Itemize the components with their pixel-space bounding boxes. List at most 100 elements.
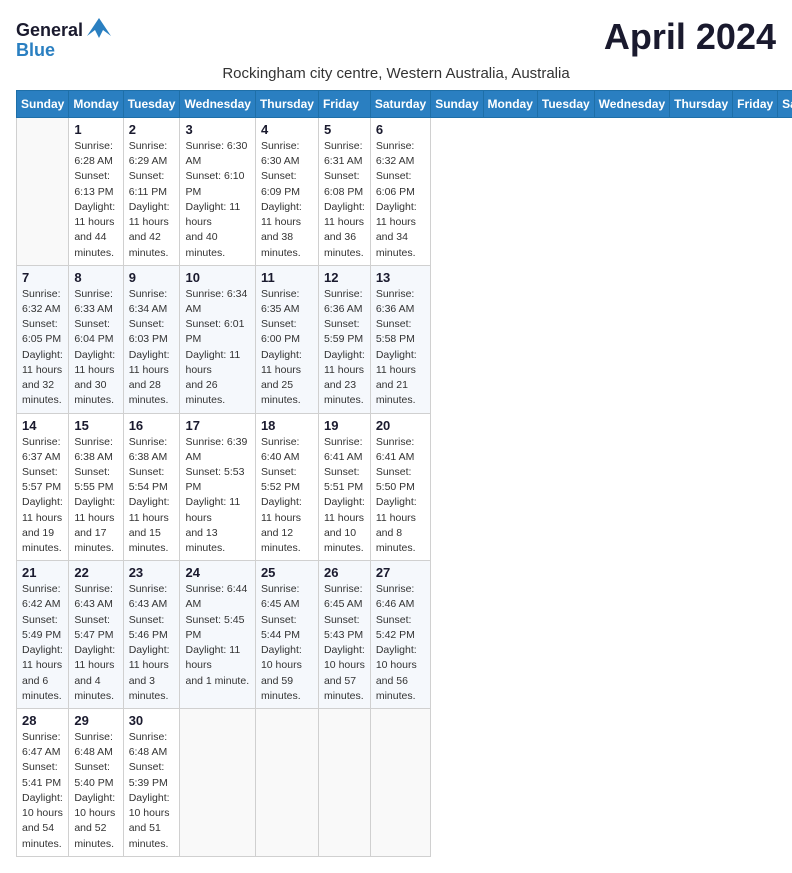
calendar-cell: 25 Sunrise: 6:45 AM Sunset: 5:44 PM Dayli… bbox=[255, 561, 318, 709]
calendar-cell: 26Sunrise: 6:45 AM Sunset: 5:43 PM Dayli… bbox=[318, 561, 370, 709]
day-info: Sunrise: 6:48 AM Sunset: 5:40 PM Dayligh… bbox=[74, 730, 117, 852]
calendar-header-row: SundayMondayTuesdayWednesdayThursdayFrid… bbox=[17, 91, 792, 118]
calendar-week-row: 14 Sunrise: 6:37 AM Sunset: 5:57 PM Dayli… bbox=[17, 413, 792, 561]
calendar-cell bbox=[180, 709, 255, 857]
calendar-cell bbox=[318, 709, 370, 857]
day-number: 12 bbox=[324, 270, 365, 285]
calendar-cell: 22 Sunrise: 6:43 AM Sunset: 5:47 PM Dayli… bbox=[69, 561, 123, 709]
calendar-cell bbox=[370, 709, 430, 857]
day-info: Sunrise: 6:41 AM Sunset: 5:51 PM Dayligh… bbox=[324, 435, 365, 557]
calendar-week-row: 21Sunrise: 6:42 AM Sunset: 5:49 PM Dayli… bbox=[17, 561, 792, 709]
day-number: 28 bbox=[22, 713, 63, 728]
calendar-table: SundayMondayTuesdayWednesdayThursdayFrid… bbox=[16, 90, 792, 857]
calendar-cell: 10Sunrise: 6:34 AM Sunset: 6:01 PM Dayli… bbox=[180, 265, 255, 413]
day-info: Sunrise: 6:41 AM Sunset: 5:50 PM Dayligh… bbox=[376, 435, 425, 557]
day-info: Sunrise: 6:28 AM Sunset: 6:13 PM Dayligh… bbox=[74, 139, 117, 261]
calendar-cell: 20 Sunrise: 6:41 AM Sunset: 5:50 PM Dayli… bbox=[370, 413, 430, 561]
calendar-cell: 3 Sunrise: 6:30 AM Sunset: 6:10 PM Daylig… bbox=[180, 118, 255, 266]
day-header-monday: Monday bbox=[69, 91, 123, 118]
calendar-cell: 6 Sunrise: 6:32 AM Sunset: 6:06 PM Daylig… bbox=[370, 118, 430, 266]
day-number: 24 bbox=[185, 565, 249, 580]
calendar-cell: 24 Sunrise: 6:44 AM Sunset: 5:45 PM Dayli… bbox=[180, 561, 255, 709]
logo: General Blue bbox=[16, 16, 113, 61]
day-number: 23 bbox=[129, 565, 175, 580]
day-info: Sunrise: 6:43 AM Sunset: 5:47 PM Dayligh… bbox=[74, 582, 117, 704]
day-info: Sunrise: 6:29 AM Sunset: 6:11 PM Dayligh… bbox=[129, 139, 175, 261]
day-number: 22 bbox=[74, 565, 117, 580]
day-number: 29 bbox=[74, 713, 117, 728]
calendar-cell: 27Sunrise: 6:46 AM Sunset: 5:42 PM Dayli… bbox=[370, 561, 430, 709]
day-info: Sunrise: 6:31 AM Sunset: 6:08 PM Dayligh… bbox=[324, 139, 365, 261]
day-number: 6 bbox=[376, 122, 425, 137]
day-number: 11 bbox=[261, 270, 313, 285]
day-number: 4 bbox=[261, 122, 313, 137]
day-number: 9 bbox=[129, 270, 175, 285]
day-info: Sunrise: 6:33 AM Sunset: 6:04 PM Dayligh… bbox=[74, 287, 117, 409]
calendar-cell: 7 Sunrise: 6:32 AM Sunset: 6:05 PM Daylig… bbox=[17, 265, 69, 413]
day-number: 13 bbox=[376, 270, 425, 285]
day-header-thursday: Thursday bbox=[670, 91, 733, 118]
calendar-cell: 4Sunrise: 6:30 AM Sunset: 6:09 PM Daylig… bbox=[255, 118, 318, 266]
day-header-sunday: Sunday bbox=[431, 91, 483, 118]
calendar-cell: 21Sunrise: 6:42 AM Sunset: 5:49 PM Dayli… bbox=[17, 561, 69, 709]
calendar-cell: 19Sunrise: 6:41 AM Sunset: 5:51 PM Dayli… bbox=[318, 413, 370, 561]
calendar-cell: 15Sunrise: 6:38 AM Sunset: 5:55 PM Dayli… bbox=[69, 413, 123, 561]
calendar-cell: 13Sunrise: 6:36 AM Sunset: 5:58 PM Dayli… bbox=[370, 265, 430, 413]
calendar-cell: 17 Sunrise: 6:39 AM Sunset: 5:53 PM Dayli… bbox=[180, 413, 255, 561]
day-number: 18 bbox=[261, 418, 313, 433]
day-info: Sunrise: 6:45 AM Sunset: 5:44 PM Dayligh… bbox=[261, 582, 313, 704]
day-number: 3 bbox=[185, 122, 249, 137]
calendar-cell: 28 Sunrise: 6:47 AM Sunset: 5:41 PM Dayli… bbox=[17, 709, 69, 857]
calendar-title: April 2024 bbox=[604, 16, 776, 58]
day-header-wednesday: Wednesday bbox=[180, 91, 255, 118]
day-info: Sunrise: 6:40 AM Sunset: 5:52 PM Dayligh… bbox=[261, 435, 313, 557]
day-number: 5 bbox=[324, 122, 365, 137]
calendar-cell: 1Sunrise: 6:28 AM Sunset: 6:13 PM Daylig… bbox=[69, 118, 123, 266]
day-info: Sunrise: 6:32 AM Sunset: 6:06 PM Dayligh… bbox=[376, 139, 425, 261]
calendar-cell bbox=[255, 709, 318, 857]
day-info: Sunrise: 6:42 AM Sunset: 5:49 PM Dayligh… bbox=[22, 582, 63, 704]
day-info: Sunrise: 6:39 AM Sunset: 5:53 PM Dayligh… bbox=[185, 435, 249, 557]
day-header-saturday: Saturday bbox=[370, 91, 430, 118]
calendar-cell: 2Sunrise: 6:29 AM Sunset: 6:11 PM Daylig… bbox=[123, 118, 180, 266]
calendar-week-row: 7 Sunrise: 6:32 AM Sunset: 6:05 PM Daylig… bbox=[17, 265, 792, 413]
day-info: Sunrise: 6:32 AM Sunset: 6:05 PM Dayligh… bbox=[22, 287, 63, 409]
location-subtitle: Rockingham city centre, Western Australi… bbox=[16, 65, 776, 82]
calendar-week-row: 28 Sunrise: 6:47 AM Sunset: 5:41 PM Dayli… bbox=[17, 709, 792, 857]
page-header: General Blue April 2024 bbox=[16, 16, 776, 61]
day-number: 17 bbox=[185, 418, 249, 433]
day-info: Sunrise: 6:47 AM Sunset: 5:41 PM Dayligh… bbox=[22, 730, 63, 852]
calendar-cell: 23 Sunrise: 6:43 AM Sunset: 5:46 PM Dayli… bbox=[123, 561, 180, 709]
day-info: Sunrise: 6:30 AM Sunset: 6:10 PM Dayligh… bbox=[185, 139, 249, 261]
day-number: 14 bbox=[22, 418, 63, 433]
day-info: Sunrise: 6:34 AM Sunset: 6:03 PM Dayligh… bbox=[129, 287, 175, 409]
day-number: 20 bbox=[376, 418, 425, 433]
calendar-week-row: 1Sunrise: 6:28 AM Sunset: 6:13 PM Daylig… bbox=[17, 118, 792, 266]
calendar-cell: 30Sunrise: 6:48 AM Sunset: 5:39 PM Dayli… bbox=[123, 709, 180, 857]
day-number: 15 bbox=[74, 418, 117, 433]
day-info: Sunrise: 6:38 AM Sunset: 5:54 PM Dayligh… bbox=[129, 435, 175, 557]
day-number: 16 bbox=[129, 418, 175, 433]
day-info: Sunrise: 6:36 AM Sunset: 5:59 PM Dayligh… bbox=[324, 287, 365, 409]
calendar-cell: 11Sunrise: 6:35 AM Sunset: 6:00 PM Dayli… bbox=[255, 265, 318, 413]
day-number: 7 bbox=[22, 270, 63, 285]
calendar-cell: 5 Sunrise: 6:31 AM Sunset: 6:08 PM Daylig… bbox=[318, 118, 370, 266]
calendar-cell: 14 Sunrise: 6:37 AM Sunset: 5:57 PM Dayli… bbox=[17, 413, 69, 561]
day-header-monday: Monday bbox=[483, 91, 537, 118]
day-info: Sunrise: 6:37 AM Sunset: 5:57 PM Dayligh… bbox=[22, 435, 63, 557]
day-header-friday: Friday bbox=[733, 91, 778, 118]
day-info: Sunrise: 6:34 AM Sunset: 6:01 PM Dayligh… bbox=[185, 287, 249, 409]
logo-general-text: General bbox=[16, 20, 83, 41]
day-header-thursday: Thursday bbox=[255, 91, 318, 118]
day-header-saturday: Saturday bbox=[778, 91, 792, 118]
calendar-cell: 8Sunrise: 6:33 AM Sunset: 6:04 PM Daylig… bbox=[69, 265, 123, 413]
day-number: 25 bbox=[261, 565, 313, 580]
logo-bird-icon bbox=[85, 16, 113, 44]
title-area: April 2024 bbox=[604, 16, 776, 58]
calendar-cell: 12 Sunrise: 6:36 AM Sunset: 5:59 PM Dayli… bbox=[318, 265, 370, 413]
calendar-cell: 16 Sunrise: 6:38 AM Sunset: 5:54 PM Dayli… bbox=[123, 413, 180, 561]
day-info: Sunrise: 6:43 AM Sunset: 5:46 PM Dayligh… bbox=[129, 582, 175, 704]
day-info: Sunrise: 6:44 AM Sunset: 5:45 PM Dayligh… bbox=[185, 582, 249, 689]
calendar-cell bbox=[17, 118, 69, 266]
day-number: 27 bbox=[376, 565, 425, 580]
